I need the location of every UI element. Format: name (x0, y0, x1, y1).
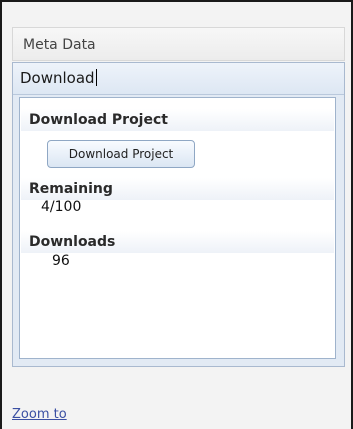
download-project-button[interactable]: Download Project (47, 140, 195, 168)
tab-meta-data-label: Meta Data (23, 37, 96, 53)
remaining-heading: Remaining (21, 178, 334, 200)
downloads-heading: Downloads (21, 231, 334, 253)
download-project-heading: Download Project (21, 109, 334, 131)
zoom-to-link[interactable]: Zoom to (12, 407, 67, 422)
download-panel: Download Download Project Download Proje… (12, 62, 345, 367)
tab-download[interactable]: Download (13, 63, 344, 95)
download-panel-body: Download Project Download Project Remain… (19, 97, 336, 359)
tab-download-text: Download (20, 69, 95, 87)
window-frame: Meta Data Download Download Project Down… (0, 0, 353, 429)
tab-meta-data[interactable]: Meta Data (12, 27, 345, 61)
remaining-value: 4/100 (41, 199, 82, 215)
text-cursor (95, 69, 97, 86)
tab-download-label: Download (20, 69, 97, 87)
downloads-value: 96 (52, 253, 70, 269)
